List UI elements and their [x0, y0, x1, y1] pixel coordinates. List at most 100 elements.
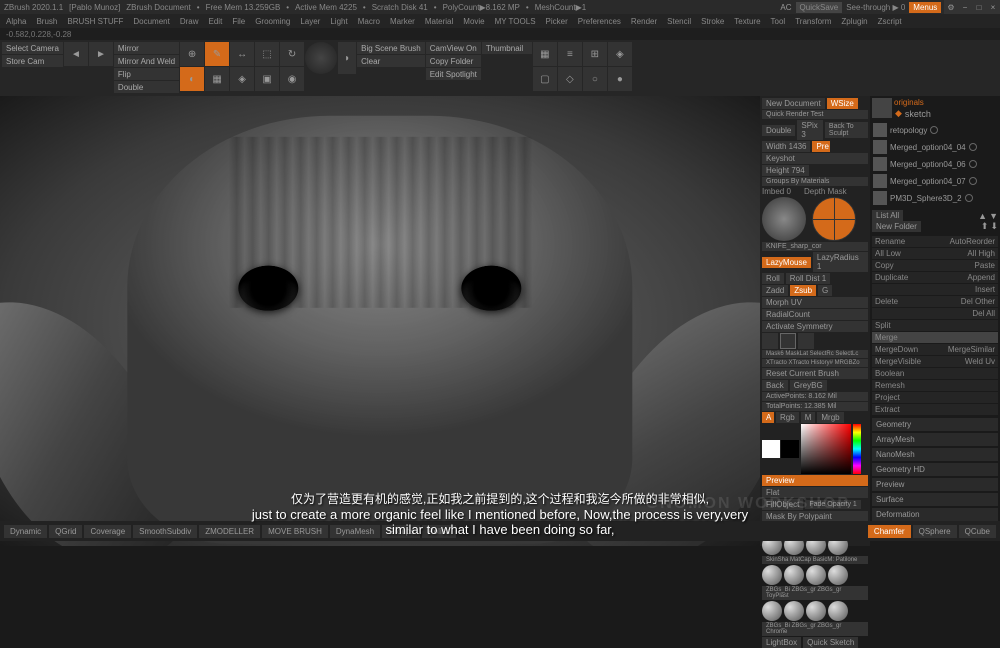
- layer-item[interactable]: Merged_option04_04: [872, 139, 998, 155]
- alpha-icon[interactable]: ◐: [180, 67, 204, 91]
- layer-item[interactable]: PM3D_Sphere3D_2: [872, 190, 998, 206]
- menu-zplugin[interactable]: Zplugin: [841, 17, 867, 26]
- action-duplicate[interactable]: DuplicateAppend: [872, 272, 998, 283]
- a-button[interactable]: A: [762, 412, 774, 423]
- menu-stencil[interactable]: Stencil: [667, 17, 691, 26]
- menu-movie[interactable]: Movie: [463, 17, 484, 26]
- g-button[interactable]: G: [818, 285, 832, 296]
- action-split[interactable]: Split: [872, 320, 998, 331]
- mirror-weld-button[interactable]: Mirror And Weld: [114, 55, 179, 67]
- activate-symmetry-button[interactable]: Activate Symmetry: [762, 321, 868, 332]
- section-arraymesh[interactable]: ArrayMesh: [872, 433, 998, 446]
- menu-file[interactable]: File: [232, 17, 245, 26]
- half-icon[interactable]: ◗: [338, 42, 356, 74]
- section-geometryhd[interactable]: Geometry HD: [872, 463, 998, 476]
- layer-item[interactable]: Merged_option04_07: [872, 173, 998, 189]
- move-icon[interactable]: ↔: [230, 42, 254, 66]
- spix-button[interactable]: SPix 3: [797, 120, 823, 140]
- new-folder-button[interactable]: New Folder: [872, 221, 921, 232]
- menu-render[interactable]: Render: [631, 17, 657, 26]
- sym-x-icon[interactable]: [762, 333, 778, 349]
- grid1-icon[interactable]: ▦: [533, 42, 557, 66]
- big-scene-brush-button[interactable]: Big Scene Brush: [357, 42, 425, 54]
- menu-material[interactable]: Material: [425, 17, 453, 26]
- xtracto-labels[interactable]: XTracto XTracto History# MRGBZo: [762, 359, 868, 367]
- layer-sketch[interactable]: ◆sketch: [894, 107, 998, 120]
- action-extract[interactable]: Extract: [872, 404, 998, 415]
- tool-thumb[interactable]: [872, 98, 892, 118]
- material-11[interactable]: [806, 601, 826, 621]
- quick-sketch-button[interactable]: Quick Sketch: [803, 637, 858, 648]
- section-nanomesh[interactable]: NanoMesh: [872, 448, 998, 461]
- section-geometry[interactable]: Geometry: [872, 418, 998, 431]
- action-alllow[interactable]: All LowAll High: [872, 248, 998, 259]
- color-picker[interactable]: [801, 424, 851, 474]
- close-icon[interactable]: ×: [986, 0, 1000, 14]
- material-5[interactable]: [762, 565, 782, 585]
- menu-picker[interactable]: Picker: [546, 17, 568, 26]
- action-boolean[interactable]: Boolean: [872, 368, 998, 379]
- width-field[interactable]: Width 1436: [762, 141, 810, 152]
- morphuv-button[interactable]: Morph UV: [762, 297, 868, 308]
- pre-button[interactable]: Pre: [812, 141, 830, 152]
- move-up-icon[interactable]: ⬆: [981, 221, 989, 232]
- lazyradius-field[interactable]: LazyRadius 1: [813, 252, 868, 272]
- qgrid-button[interactable]: QGrid: [49, 525, 82, 538]
- tool3-icon[interactable]: ◈: [230, 67, 254, 91]
- dynamic-button[interactable]: Dynamic: [4, 525, 47, 538]
- linefill-icon[interactable]: ≡: [558, 42, 582, 66]
- reset-brush-button[interactable]: Reset Current Brush: [762, 368, 868, 379]
- menu-document[interactable]: Document: [133, 17, 169, 26]
- section-deformation[interactable]: Deformation: [872, 508, 998, 521]
- extra4-icon[interactable]: ●: [608, 67, 632, 91]
- extra2-icon[interactable]: ◇: [558, 67, 582, 91]
- lightbox-button[interactable]: LightBox: [762, 637, 801, 648]
- menu-brush[interactable]: Brush: [36, 17, 57, 26]
- extra3-icon[interactable]: ○: [583, 67, 607, 91]
- menu-alpha[interactable]: Alpha: [6, 17, 26, 26]
- material-6[interactable]: [784, 565, 804, 585]
- axis-icon[interactable]: ⊕: [180, 42, 204, 66]
- viewport[interactable]: [0, 96, 760, 546]
- menu-transform[interactable]: Transform: [795, 17, 831, 26]
- down-icon[interactable]: ▼: [989, 211, 998, 221]
- tool2-icon[interactable]: ▦: [205, 67, 229, 91]
- dynamic-icon[interactable]: ◈: [608, 42, 632, 66]
- action-mergevisible[interactable]: MergeVisibleWeld Uv: [872, 356, 998, 367]
- copy-folder-button[interactable]: Copy Folder: [426, 55, 481, 67]
- menu-grooming[interactable]: Grooming: [255, 17, 290, 26]
- material-9[interactable]: [762, 601, 782, 621]
- list-all-button[interactable]: List All: [872, 210, 903, 221]
- wsize-button[interactable]: WSize: [827, 98, 858, 109]
- black-swatch[interactable]: [781, 440, 799, 458]
- rgb-button[interactable]: Rgb: [776, 412, 799, 423]
- menu-stroke[interactable]: Stroke: [701, 17, 724, 26]
- zsub-button[interactable]: Zsub: [790, 285, 816, 296]
- action-mergedown[interactable]: MergeDownMergeSimilar: [872, 344, 998, 355]
- back-button[interactable]: Back: [762, 380, 788, 391]
- groups-mat-button[interactable]: Groups By Materials: [762, 177, 868, 186]
- menu-layer[interactable]: Layer: [300, 17, 320, 26]
- move-down-icon[interactable]: ⬇: [990, 221, 998, 232]
- select-camera-button[interactable]: Select Camera: [2, 42, 63, 54]
- new-doc-button[interactable]: New Document: [762, 98, 825, 109]
- store-cam-button[interactable]: Store Cam: [2, 55, 63, 67]
- edit-spotlight-button[interactable]: Edit Spotlight: [426, 68, 481, 80]
- mirror-button[interactable]: Mirror: [114, 42, 179, 54]
- white-swatch[interactable]: [762, 440, 780, 458]
- sym-z-icon[interactable]: [798, 333, 814, 349]
- settings-icon[interactable]: ⚙: [944, 0, 958, 14]
- quicksave-button[interactable]: QuickSave: [796, 2, 843, 13]
- hue-slider[interactable]: [853, 424, 861, 474]
- thumbnail-button[interactable]: Thumbnail: [482, 42, 532, 54]
- menus-button[interactable]: Menus: [909, 2, 941, 13]
- keyshot-button[interactable]: Keyshot: [762, 153, 868, 164]
- tool4-icon[interactable]: ▣: [255, 67, 279, 91]
- layer-item[interactable]: retopology: [872, 122, 998, 138]
- menu-draw[interactable]: Draw: [180, 17, 199, 26]
- radialcount-field[interactable]: RadialCount: [762, 309, 868, 320]
- roll-button[interactable]: Roll: [762, 273, 784, 284]
- material-10[interactable]: [784, 601, 804, 621]
- preview-button[interactable]: Preview: [762, 475, 868, 486]
- mask-labels[interactable]: Mask6 MaskLat SelectRc SelectLc: [762, 350, 868, 358]
